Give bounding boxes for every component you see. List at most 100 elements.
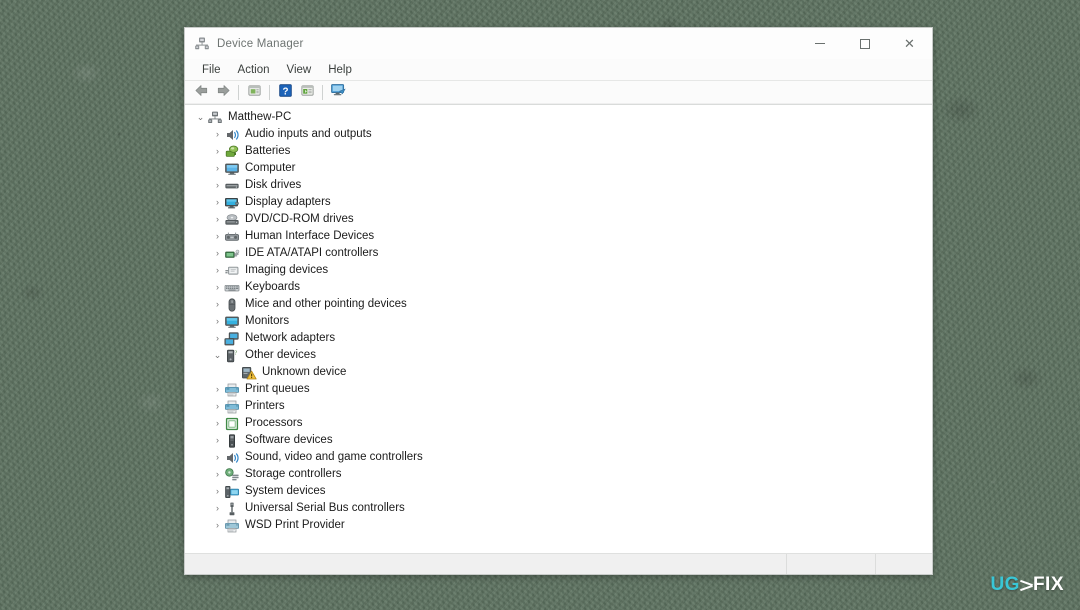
back-arrow-icon: [194, 83, 209, 103]
tree-label: Mice and other pointing devices: [245, 298, 407, 310]
chevron-right-icon[interactable]: ›: [211, 381, 224, 398]
tree-row-network-adapters[interactable]: › Network adapters: [185, 330, 932, 347]
tree-row-computer[interactable]: › Computer: [185, 160, 932, 177]
tree-label: Batteries: [245, 145, 291, 157]
tree-row-software-devices[interactable]: › Software devices: [185, 432, 932, 449]
tree-row-monitors[interactable]: › Monitors: [185, 313, 932, 330]
tree-row-disk-drives[interactable]: › Disk drives: [185, 177, 932, 194]
close-button[interactable]: ✕: [887, 28, 932, 59]
chevron-right-icon[interactable]: ›: [211, 126, 224, 143]
other-device-icon: ?: [224, 348, 240, 364]
back-button[interactable]: [190, 83, 212, 103]
imaging-device-icon: [224, 263, 240, 279]
chevron-right-icon[interactable]: ›: [211, 262, 224, 279]
tree-row-storage-controllers[interactable]: › Storage controllers: [185, 466, 932, 483]
chevron-right-icon[interactable]: ›: [211, 211, 224, 228]
forward-button[interactable]: [212, 83, 234, 103]
network-adapter-icon: [224, 331, 240, 347]
chevron-right-icon[interactable]: ›: [211, 415, 224, 432]
chevron-right-icon[interactable]: ›: [211, 500, 224, 517]
tree-label: Sound, video and game controllers: [245, 451, 423, 463]
properties-button[interactable]: [243, 83, 265, 103]
tree-row-keyboards[interactable]: › Keyboards: [185, 279, 932, 296]
tree-row-wsd-print-provider[interactable]: › WSD Print Provider: [185, 517, 932, 534]
menu-item-file[interactable]: File: [194, 62, 230, 78]
device-tree[interactable]: ⌄ Matthew-PC › Audio inputs and outputs …: [185, 105, 932, 553]
chevron-right-icon[interactable]: ›: [211, 279, 224, 296]
processor-icon: [224, 416, 240, 432]
monitor-icon: [224, 314, 240, 330]
chevron-right-icon[interactable]: ›: [211, 245, 224, 262]
chevron-right-icon[interactable]: ›: [211, 296, 224, 313]
mouse-icon: [224, 297, 240, 313]
tree-label: Universal Serial Bus controllers: [245, 502, 405, 514]
properties-icon: [247, 83, 262, 103]
watermark-logo: UG FIX: [990, 574, 1064, 596]
tree-row-system-devices[interactable]: › System devices: [185, 483, 932, 500]
chevron-right-icon[interactable]: ›: [211, 466, 224, 483]
tree-label: Human Interface Devices: [245, 230, 375, 242]
menu-item-help[interactable]: Help: [320, 62, 361, 78]
chevron-right-icon[interactable]: ›: [211, 160, 224, 177]
tree-row-ide-ata-atapi-controllers[interactable]: › IDE ATA/ATAPI controllers: [185, 245, 932, 262]
tree-row-sound-video-and-game-controllers[interactable]: › Sound, video and game controllers: [185, 449, 932, 466]
tree-label: Audio inputs and outputs: [245, 128, 372, 140]
window-controls: ✕: [797, 28, 932, 59]
chevron-right-icon[interactable]: ›: [211, 313, 224, 330]
watermark-text-fix: FIX: [1032, 574, 1064, 595]
software-device-icon: [224, 433, 240, 449]
window-titlebar[interactable]: Device Manager ✕: [185, 28, 932, 59]
status-bar: [185, 553, 932, 574]
chevron-right-icon[interactable]: ›: [211, 483, 224, 500]
disk-drive-icon: [224, 178, 240, 194]
tree-row-universal-serial-bus-controllers[interactable]: › Universal Serial Bus controllers: [185, 500, 932, 517]
hid-icon: [224, 229, 240, 245]
menu-item-view[interactable]: View: [279, 62, 321, 78]
tree-row-mice-and-other-pointing-devices[interactable]: › Mice and other pointing devices: [185, 296, 932, 313]
tree-row-batteries[interactable]: › Batteries: [185, 143, 932, 160]
chevron-right-icon[interactable]: ›: [211, 143, 224, 160]
chevron-right-icon[interactable]: ›: [211, 177, 224, 194]
tree-label: Software devices: [245, 434, 333, 446]
chevron-down-icon[interactable]: ⌄: [211, 347, 224, 364]
chevron-down-icon[interactable]: ⌄: [194, 109, 207, 126]
chevron-right-icon[interactable]: ›: [211, 194, 224, 211]
update-driver-button[interactable]: [296, 83, 318, 103]
computer-root-icon: [207, 110, 223, 126]
scan-hardware-changes-icon: [330, 82, 346, 103]
chevron-right-icon[interactable]: ›: [211, 330, 224, 347]
toolbar: ?: [185, 81, 932, 105]
chevron-right-icon[interactable]: ›: [211, 398, 224, 415]
storage-controller-icon: [224, 467, 240, 483]
speaker-icon: [224, 450, 240, 466]
chevron-right-icon[interactable]: ›: [211, 432, 224, 449]
minimize-button[interactable]: [797, 28, 842, 59]
chevron-right-icon[interactable]: ›: [211, 449, 224, 466]
tree-row-processors[interactable]: › Processors: [185, 415, 932, 432]
tree-row-other-devices[interactable]: ⌄ ? Other devices: [185, 347, 932, 364]
menu-item-action[interactable]: Action: [230, 62, 279, 78]
scan-hardware-changes-button[interactable]: [327, 83, 349, 103]
tree-label: Unknown device: [262, 366, 347, 378]
chevron-right-icon[interactable]: ›: [211, 228, 224, 245]
tree-row-print-queues[interactable]: › Print queues: [185, 381, 932, 398]
tree-label: Other devices: [245, 349, 316, 361]
maximize-button[interactable]: [842, 28, 887, 59]
tree-row-imaging-devices[interactable]: › Imaging devices: [185, 262, 932, 279]
tree-row-printers[interactable]: › Printers: [185, 398, 932, 415]
tree-row-display-adapters[interactable]: › Display adapters: [185, 194, 932, 211]
tree-label: Display adapters: [245, 196, 331, 208]
tree-row-audio-inputs-and-outputs[interactable]: › Audio inputs and outputs: [185, 126, 932, 143]
tree-row-dvd-cd-rom-drives[interactable]: › DVD/CD-ROM drives: [185, 211, 932, 228]
chevron-right-icon[interactable]: ›: [211, 517, 224, 534]
tree-label: IDE ATA/ATAPI controllers: [245, 247, 379, 259]
tree-label: Matthew-PC: [228, 111, 292, 123]
tree-row-root[interactable]: ⌄ Matthew-PC: [185, 109, 932, 126]
tree-row-human-interface-devices[interactable]: › Human Interface Devices: [185, 228, 932, 245]
speaker-icon: [224, 127, 240, 143]
unknown-device-warning-icon: [241, 365, 257, 381]
close-icon: ✕: [904, 36, 915, 51]
monitor-icon: [224, 161, 240, 177]
tree-row-unknown-device[interactable]: Unknown device: [185, 364, 932, 381]
help-button[interactable]: ?: [274, 83, 296, 103]
